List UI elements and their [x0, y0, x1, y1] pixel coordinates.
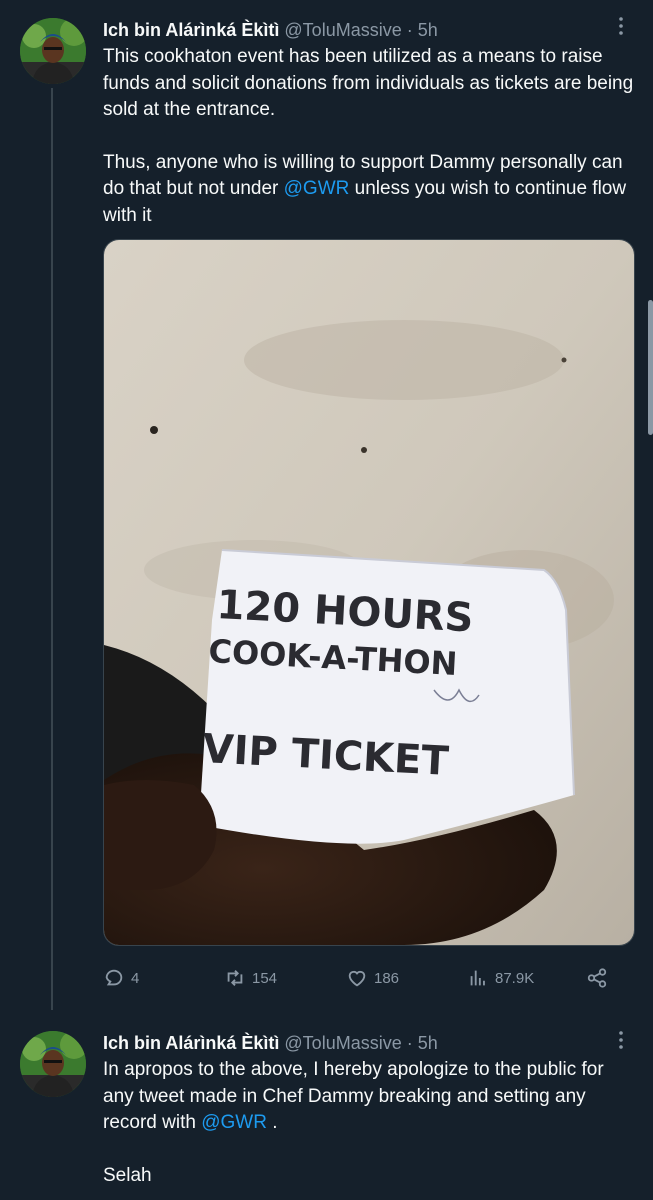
- scrollbar-thumb[interactable]: [648, 300, 653, 435]
- author-handle[interactable]: @ToluMassive: [284, 1033, 401, 1053]
- separator-dot: ·: [406, 20, 413, 40]
- author-name[interactable]: Ich bin Alárìnká Èkìtì: [103, 20, 279, 40]
- reply-button[interactable]: 4: [103, 963, 139, 993]
- tweet-timestamp[interactable]: 5h: [418, 1033, 438, 1053]
- repost-button[interactable]: 154: [224, 963, 277, 993]
- tweet-paragraph: In apropos to the above, I hereby apolog…: [103, 1057, 635, 1137]
- mention-link[interactable]: @GWR: [201, 1112, 267, 1133]
- tweet-paragraph: Thus, anyone who is willing to support D…: [103, 150, 635, 230]
- avatar-photo: [20, 1031, 86, 1097]
- separator-dot: ·: [406, 1033, 413, 1053]
- tweet-timestamp[interactable]: 5h: [418, 20, 438, 40]
- views-chart-icon: [470, 970, 485, 986]
- share-button[interactable]: [586, 963, 608, 993]
- author-name[interactable]: Ich bin Alárìnká Èkìtì: [103, 1033, 279, 1053]
- author-handle[interactable]: @ToluMassive: [284, 20, 401, 40]
- tweet-media-image[interactable]: 120 HOURS COOK-A-THON VIP TICKET: [103, 239, 635, 946]
- tweet-text: In apropos to the above, I hereby apolog…: [103, 1057, 635, 1189]
- tweet-text: This cookhaton event has been utilized a…: [103, 44, 635, 229]
- more-options-icon[interactable]: [609, 14, 633, 38]
- reply-icon: [105, 969, 123, 986]
- repost-count: 154: [252, 969, 278, 987]
- tweet-header: Ich bin Alárìnká Èkìtì @ToluMassive · 5h: [103, 17, 633, 43]
- views-button[interactable]: 87.9K: [467, 963, 534, 993]
- tweet-header: Ich bin Alárìnká Èkìtì @ToluMassive · 5h: [103, 1030, 633, 1056]
- avatar-photo: [20, 18, 86, 84]
- tweet-actions: 4 154 186 87.9K: [103, 963, 615, 993]
- heart-icon: [348, 970, 366, 987]
- paragraph-text: .: [266, 1112, 278, 1133]
- ticket-photo: 120 HOURS COOK-A-THON VIP TICKET: [104, 240, 634, 945]
- avatar[interactable]: [20, 1031, 86, 1097]
- paragraph-text: In apropos to the above, I hereby apolog…: [103, 1059, 604, 1133]
- avatar[interactable]: [20, 18, 86, 84]
- reply-count: 4: [131, 969, 140, 987]
- mention-link[interactable]: @GWR: [284, 178, 350, 199]
- thread-connector-line: [51, 88, 53, 1010]
- tweet-paragraph: This cookhaton event has been utilized a…: [103, 46, 634, 120]
- share-icon: [587, 968, 607, 988]
- tweet-paragraph: Selah: [103, 1164, 152, 1186]
- like-count: 186: [374, 969, 400, 987]
- more-options-icon[interactable]: [609, 1028, 633, 1052]
- view-count: 87.9K: [495, 969, 535, 987]
- repost-icon: [227, 970, 243, 986]
- like-button[interactable]: 186: [346, 963, 399, 993]
